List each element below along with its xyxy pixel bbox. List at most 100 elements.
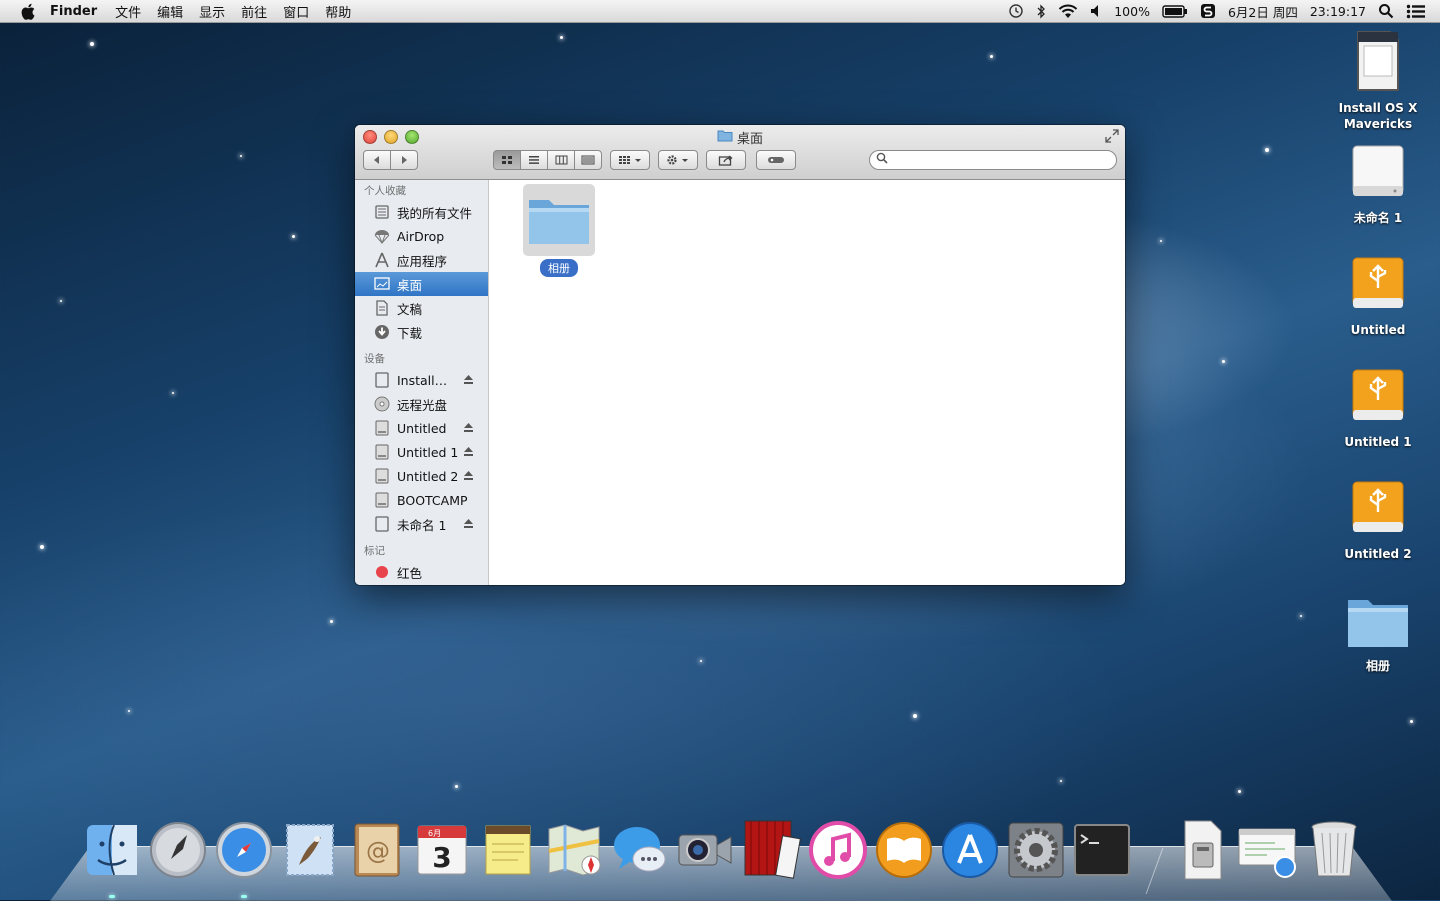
sync-app-icon[interactable] — [1200, 3, 1216, 19]
dock-contacts[interactable]: @ — [346, 820, 406, 884]
eject-icon[interactable] — [463, 421, 474, 436]
menu-go[interactable]: 前往 — [241, 2, 267, 21]
disk-icon — [373, 492, 391, 508]
dock-facetime[interactable] — [676, 820, 736, 884]
bluetooth-icon[interactable] — [1036, 3, 1046, 19]
dock-disk-utility[interactable] — [1172, 820, 1232, 884]
dock-network-app[interactable] — [1238, 820, 1298, 884]
dock-photo-booth[interactable] — [742, 820, 802, 884]
sidebar-item-untitled-1[interactable]: Untitled 1 — [355, 440, 488, 464]
wifi-icon[interactable] — [1058, 4, 1078, 19]
eject-icon[interactable] — [463, 517, 474, 532]
search-input[interactable] — [888, 152, 1116, 168]
sidebar-item-label: Install… — [397, 372, 448, 388]
dock-mail[interactable] — [280, 820, 340, 884]
menu-window[interactable]: 窗口 — [283, 2, 309, 21]
dock-notes[interactable] — [478, 820, 538, 884]
documents-icon — [373, 300, 391, 316]
sidebar: 个人收藏 我的所有文件 AirDrop 应用程序 桌面 文稿 下载 设备 Ins… — [355, 180, 489, 585]
dock-itunes[interactable] — [808, 820, 868, 884]
sidebar-item-remote-disc[interactable]: 远程光盘 — [355, 392, 488, 416]
forward-button[interactable] — [390, 150, 418, 170]
dock-calendar[interactable]: 6月 3 — [412, 820, 472, 884]
sidebar-item-untitled[interactable]: Untitled — [355, 416, 488, 440]
menu-clock[interactable]: 23:19:17 — [1310, 4, 1366, 19]
dock-terminal[interactable] — [1072, 820, 1132, 884]
sidebar-item-tag-red[interactable]: 红色 — [355, 560, 488, 584]
disk-icon — [373, 420, 391, 436]
notification-center-icon[interactable] — [1406, 4, 1426, 19]
volume-icon[interactable] — [1090, 4, 1102, 18]
desktop-icon-untitled-1[interactable]: Untitled 1 — [1333, 366, 1423, 450]
dock-safari[interactable] — [214, 820, 274, 884]
desktop-icon-unnamed-1[interactable]: 未命名 1 — [1333, 142, 1423, 226]
downloads-icon — [373, 324, 391, 340]
title-bar[interactable]: 桌面 — [355, 125, 1125, 180]
menu-view[interactable]: 显示 — [199, 2, 225, 21]
menu-edit[interactable]: 编辑 — [157, 2, 183, 21]
column-view-button[interactable] — [547, 150, 575, 170]
app-name[interactable]: Finder — [50, 4, 97, 19]
sd-card-icon — [1354, 30, 1402, 96]
sidebar-item-desktop[interactable]: 桌面 — [355, 272, 488, 296]
desktop-icon-untitled[interactable]: Untitled — [1333, 254, 1423, 338]
dock-app-store[interactable] — [940, 820, 1000, 884]
dock-ibooks[interactable] — [874, 820, 934, 884]
sidebar-item-bootcamp[interactable]: BOOTCAMP — [355, 488, 488, 512]
sidebar-item-downloads[interactable]: 下载 — [355, 320, 488, 344]
sidebar-item-documents[interactable]: 文稿 — [355, 296, 488, 320]
battery-percent[interactable]: 100% — [1114, 4, 1150, 19]
action-gear-button[interactable] — [658, 150, 698, 170]
dock-launchpad[interactable] — [148, 820, 208, 884]
share-button[interactable] — [706, 150, 746, 170]
dock-maps[interactable] — [544, 820, 604, 884]
svg-text:@: @ — [366, 837, 390, 865]
desktop-icon-label: 未命名 1 — [1353, 211, 1403, 225]
sidebar-item-all-files[interactable]: 我的所有文件 — [355, 200, 488, 224]
file-area[interactable]: 相册 — [489, 180, 1125, 585]
sidebar-item-airdrop[interactable]: AirDrop — [355, 224, 488, 248]
search-field[interactable] — [869, 150, 1117, 170]
dock-finder[interactable] — [82, 820, 142, 884]
disk-icon — [373, 468, 391, 484]
apple-menu-icon[interactable] — [18, 3, 38, 20]
sidebar-item-untitled-2[interactable]: Untitled 2 — [355, 464, 488, 488]
time-machine-icon[interactable] — [1008, 3, 1024, 19]
fullscreen-icon[interactable] — [1105, 129, 1119, 147]
arrange-menu-button[interactable] — [610, 150, 650, 170]
eject-icon[interactable] — [463, 469, 474, 484]
sidebar-header-devices: 设备 — [364, 353, 385, 365]
desktop-icon-label: 相册 — [1365, 659, 1390, 673]
eject-icon[interactable] — [463, 373, 474, 388]
eject-icon[interactable] — [463, 445, 474, 460]
sidebar-item-applications[interactable]: 应用程序 — [355, 248, 488, 272]
menu-help[interactable]: 帮助 — [325, 2, 351, 21]
icon-view-button[interactable] — [493, 150, 521, 170]
spotlight-search-icon[interactable] — [1378, 3, 1394, 19]
desktop-icon-label: Install OS X Mavericks — [1338, 101, 1418, 131]
tags-button[interactable] — [756, 150, 796, 170]
back-button[interactable] — [363, 150, 391, 170]
facetime-icon — [677, 821, 735, 883]
sidebar-item-unnamed-1[interactable]: 未命名 1 — [355, 512, 488, 536]
menu-file[interactable]: 文件 — [115, 2, 141, 21]
list-view-button[interactable] — [520, 150, 548, 170]
desktop-icon-install-os-x[interactable]: Install OS X Mavericks — [1333, 30, 1423, 132]
view-mode-buttons — [493, 150, 602, 170]
coverflow-view-button[interactable] — [574, 150, 602, 170]
file-item-album[interactable]: 相册 — [523, 184, 595, 277]
dock-system-preferences[interactable] — [1006, 820, 1066, 884]
sidebar-item-install[interactable]: Install… — [355, 368, 488, 392]
ibooks-icon — [875, 821, 933, 883]
battery-icon[interactable] — [1162, 4, 1188, 18]
sidebar-item-label: 文稿 — [397, 301, 423, 317]
sidebar-item-label: Untitled 1 — [397, 444, 459, 460]
menu-date[interactable]: 6月2日 周四 — [1228, 2, 1298, 21]
calendar-icon: 6月 3 — [414, 822, 470, 882]
search-icon — [876, 152, 888, 168]
desktop-icon-untitled-2[interactable]: Untitled 2 — [1333, 478, 1423, 562]
desktop-icon-album[interactable]: 相册 — [1333, 594, 1423, 674]
messages-icon — [611, 821, 669, 883]
dock-trash[interactable] — [1304, 820, 1364, 884]
dock-messages[interactable] — [610, 820, 670, 884]
